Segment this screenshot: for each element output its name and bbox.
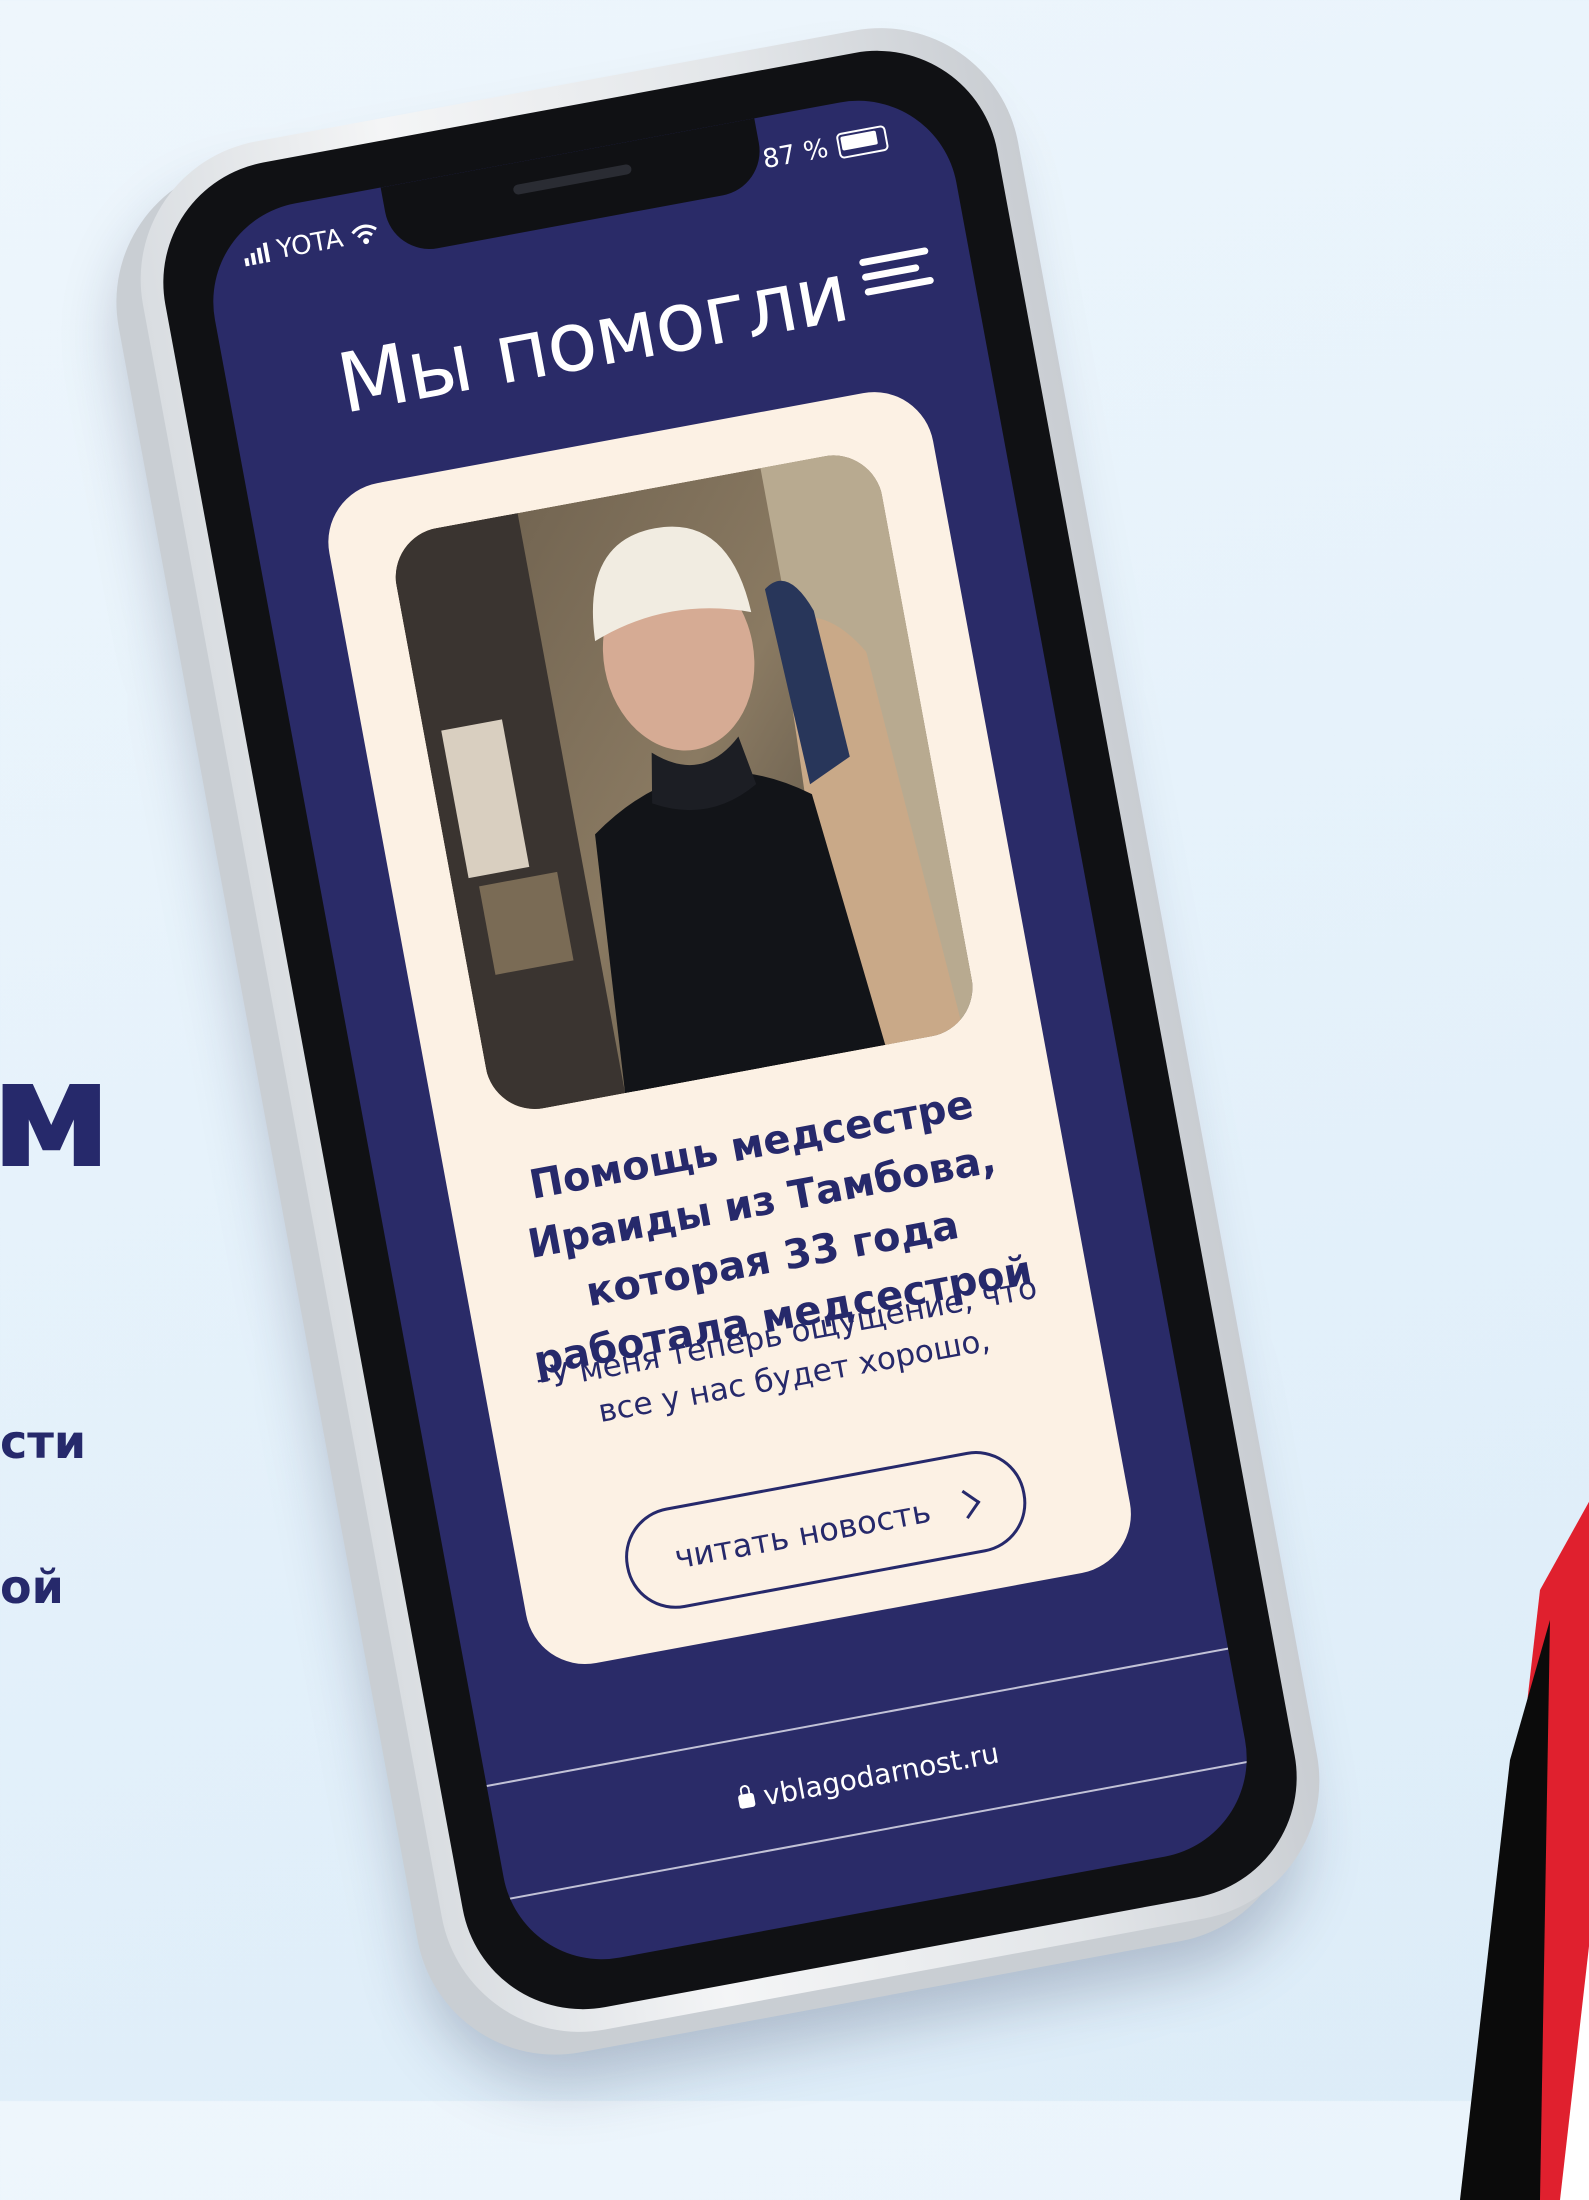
phone-frame: YOTA 87 % Мы помогли Помощь медсестре Ир… bbox=[117, 4, 1343, 2056]
url-text: vblagodarnost.ru bbox=[760, 1736, 1002, 1813]
decorative-stripes bbox=[1460, 1501, 1589, 2200]
status-bar-right: 87 % bbox=[760, 123, 890, 176]
hamburger-menu-icon[interactable] bbox=[857, 239, 937, 311]
phone-notch bbox=[380, 118, 768, 257]
browser-url-bar[interactable]: vblagodarnost.ru bbox=[495, 1692, 1242, 1862]
signal-icon bbox=[244, 242, 271, 267]
news-card: Помощь медсестре Ираиды из Тамбова, кото… bbox=[318, 382, 1141, 1674]
background-headline-fragment: м bbox=[0, 1028, 113, 1202]
read-news-label: читать новость bbox=[671, 1491, 934, 1577]
status-bar-left: YOTA bbox=[241, 217, 381, 271]
lock-icon bbox=[737, 1792, 756, 1810]
read-news-button[interactable]: читать новость bbox=[616, 1442, 1035, 1618]
page-title: Мы помогли bbox=[330, 245, 856, 433]
battery-percent: 87 % bbox=[760, 133, 831, 176]
phone-bezel: YOTA 87 % Мы помогли Помощь медсестре Ир… bbox=[143, 30, 1317, 2030]
news-photo-image bbox=[387, 447, 981, 1118]
phone-screen: YOTA 87 % Мы помогли Помощь медсестре Ир… bbox=[196, 84, 1264, 1976]
phone-mockup: YOTA 87 % Мы помогли Помощь медсестре Ир… bbox=[93, 4, 1343, 2078]
news-photo bbox=[387, 447, 981, 1118]
chevron-right-icon bbox=[951, 1489, 981, 1519]
background-text-fragment-1: сти bbox=[0, 1415, 87, 1469]
battery-icon bbox=[835, 124, 890, 160]
background-text-fragment-2: ой bbox=[0, 1560, 64, 1614]
wifi-icon bbox=[350, 224, 377, 245]
speaker-grille bbox=[512, 163, 633, 196]
carrier-label: YOTA bbox=[274, 223, 346, 266]
